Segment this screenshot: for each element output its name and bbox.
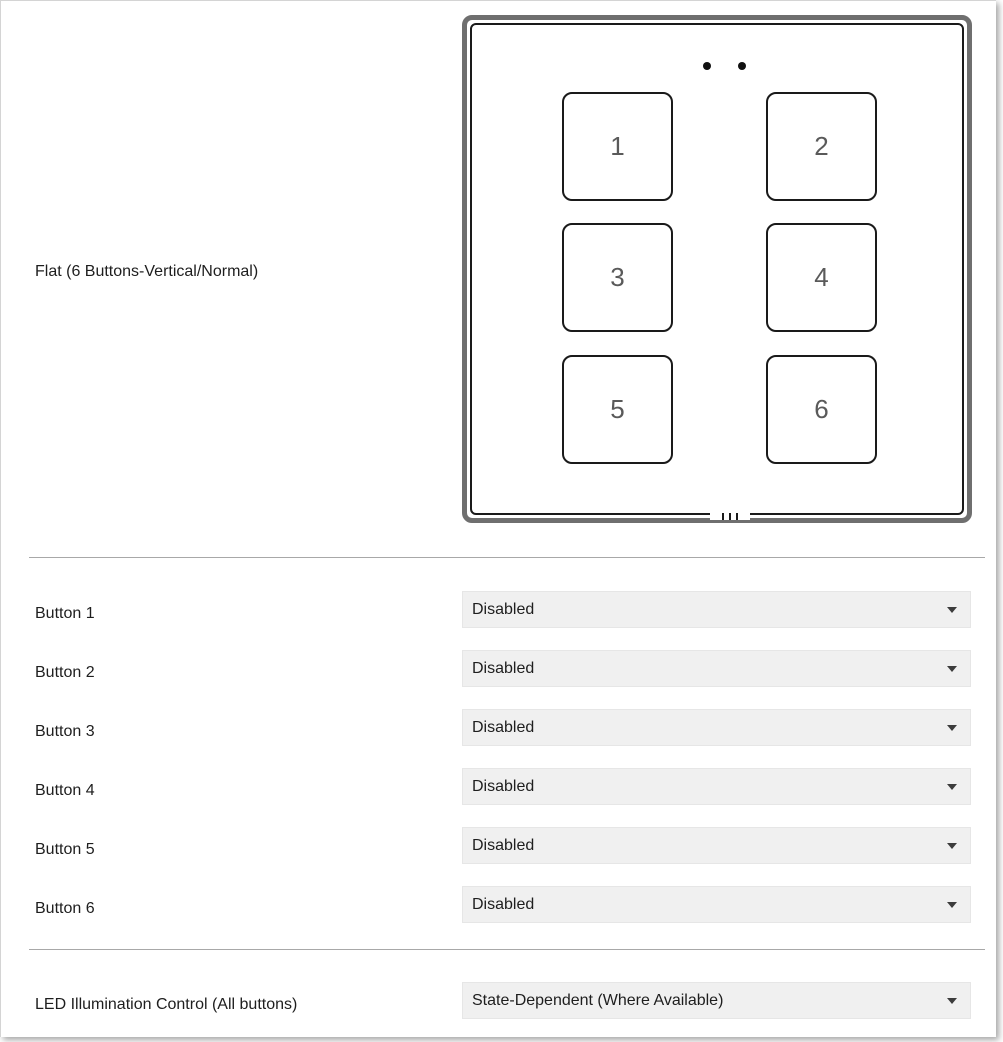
button-2-value: Disabled [472,659,535,677]
section-divider [29,557,985,558]
section-divider [29,949,985,950]
chevron-down-icon [947,724,957,731]
button-1-label: Button 1 [35,605,95,622]
button-1-select[interactable]: Disabled [462,591,971,628]
button-6-select[interactable]: Disabled [462,886,971,923]
button-5-label: Button 5 [35,841,95,858]
chevron-down-icon [947,901,957,908]
panel-connector-notch [710,513,750,520]
led-illumination-value: State-Dependent (Where Available) [472,991,724,1009]
chevron-down-icon [947,997,957,1004]
device-panel-illustration: 1 2 3 4 5 6 [462,15,972,523]
panel-key-4: 4 [766,223,877,332]
button-5-value: Disabled [472,836,535,854]
chevron-down-icon [947,606,957,613]
device-panel-face: 1 2 3 4 5 6 [470,23,964,520]
device-model-label: Flat (6 Buttons-Vertical/Normal) [35,263,259,280]
button-1-value: Disabled [472,600,535,618]
chevron-down-icon [947,665,957,672]
button-6-label: Button 6 [35,900,95,917]
chevron-down-icon [947,842,957,849]
led-indicator-icon [738,62,746,70]
button-3-value: Disabled [472,718,535,736]
panel-key-1: 1 [562,92,673,201]
button-6-value: Disabled [472,895,535,913]
button-2-label: Button 2 [35,664,95,681]
panel-key-6: 6 [766,355,877,464]
button-4-value: Disabled [472,777,535,795]
button-4-label: Button 4 [35,782,95,799]
chevron-down-icon [947,783,957,790]
button-2-select[interactable]: Disabled [462,650,971,687]
panel-key-2: 2 [766,92,877,201]
led-indicator-icon [703,62,711,70]
button-3-label: Button 3 [35,723,95,740]
panel-key-3: 3 [562,223,673,332]
button-5-select[interactable]: Disabled [462,827,971,864]
button-4-select[interactable]: Disabled [462,768,971,805]
settings-window: Flat (6 Buttons-Vertical/Normal) 1 2 3 4… [0,0,996,1037]
led-illumination-select[interactable]: State-Dependent (Where Available) [462,982,971,1019]
led-illumination-label: LED Illumination Control (All buttons) [35,996,298,1013]
button-3-select[interactable]: Disabled [462,709,971,746]
panel-key-5: 5 [562,355,673,464]
